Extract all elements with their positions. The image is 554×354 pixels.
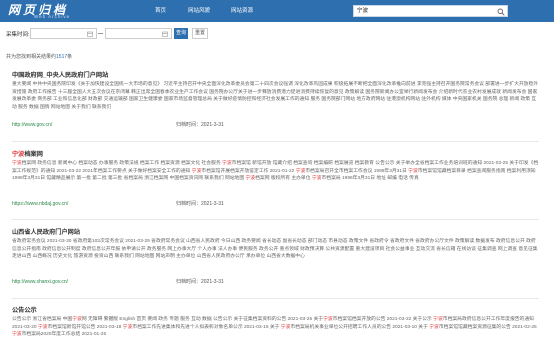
snippet-text: 公告公示 浙江省档案局 中国 — [12, 317, 73, 322]
result-item: 公告公示 公告公示 浙江省档案局 中国宁波网 无障碍 繁體版 English 首… — [12, 306, 539, 354]
reset-button[interactable]: 重置 — [192, 28, 208, 39]
snippet-text: 市档案工作先进集体和先进个人拟表彰对象名单公示 2021-03-15 关于 — [132, 324, 281, 330]
query-button[interactable]: 查询 — [174, 28, 188, 39]
result-title[interactable]: 中国政府网_中央人民政府门户网站 — [12, 71, 539, 80]
snippet-text: 市档案馆开展档案开放鉴定工作 2021-01-22 — [201, 168, 296, 174]
snippet-highlight: 宁波 — [72, 317, 82, 322]
date-to-input[interactable] — [105, 28, 172, 39]
result-item: 山西省人民政府门户网站 省政府常务会议 2021-03-30 省政府第103次常… — [12, 228, 539, 287]
result-snippet: 公告公示 浙江省档案局 中国宁波网 无障碍 繁體版 English 首页 要闻 … — [12, 316, 539, 354]
snippet-text: 省政府常务会议 2021-03-30 省政府第103次常务会议 2021-03-… — [12, 239, 538, 260]
result-title[interactable]: 公告公示 — [12, 306, 539, 315]
snippet-text: 市档案局机关事业单位公开招聘工作人员的公告 2021-03-10 关于 — [290, 324, 430, 330]
result-archive-date: 归档时间：2021-3-31 — [176, 279, 224, 285]
result-item: 中国政府网_中央人民政府门户网站 重大要闻 中共中央国务院印发《关于加快建设全国… — [12, 71, 539, 130]
snippet-text: 市档案馆馆藏档案资源征集的公告 2021-02-25 — [438, 324, 537, 330]
collect-time-label: 采集时间: — [6, 32, 30, 38]
nav-site-views[interactable]: 网站风貌 — [188, 0, 210, 22]
result-archive-date: 归档时间：2021-3-31 — [176, 122, 224, 128]
result-count: 共为您找到相关结果约1517条 — [6, 53, 72, 60]
snippet-highlight: 宁波 — [429, 324, 439, 330]
snippet-text: 档案网 政务信息 新闻中心 档案动态 办事服务 政策法规 档案工作 档案资源 档… — [21, 161, 223, 166]
snippet-highlight: 宁波 — [245, 176, 256, 182]
result-snippet: 宁波档案网 政务信息 新闻中心 档案动态 办事服务 政策法规 档案工作 档案资源… — [12, 160, 539, 198]
calendar-icon — [87, 31, 93, 37]
result-divider — [12, 298, 539, 299]
result-divider — [12, 141, 539, 142]
snippet-text: 档案网 版权所有 主办单位 — [255, 176, 312, 182]
site-logo[interactable]: 网页归档 Web Archive — [8, 2, 108, 20]
snippet-text: 市档案馆新馆开馆公告 2021-03-18 — [47, 324, 123, 330]
result-count-suffix: 条 — [67, 54, 73, 60]
calendar-icon — [162, 31, 168, 37]
snippet-highlight: 宁波 — [295, 168, 306, 174]
snippet-highlight: 宁波 — [12, 161, 22, 166]
date-from-input[interactable] — [30, 28, 97, 39]
result-meta: https://www.nbdaj.gov.cn/ 归档时间：2021-3-31 — [12, 200, 539, 209]
snippet-text: 市档案馆档案开放的公告 2021-03-22 关于公示 — [332, 317, 434, 322]
snippet-highlight: 宁波 — [12, 332, 22, 338]
snippet-highlight: 宁波 — [408, 168, 418, 174]
result-item: 宁波档案网 宁波档案网 政务信息 新闻中心 档案动态 办事服务 政策法规 档案工… — [12, 150, 539, 209]
result-meta: http://www.gov.cn/ 归档时间：2021-3-31 — [12, 121, 539, 130]
nav-home[interactable]: 首页 — [155, 0, 166, 22]
result-title[interactable]: 山西省人民政府门户网站 — [12, 228, 539, 237]
result-snippet: 重大要闻 中共中央国务院印发《关于加快建设全国统一大市场的意见》 习近平主持召开… — [12, 81, 539, 119]
nav-site-resources[interactable]: 网站资源 — [231, 0, 253, 22]
result-meta: http://www.shanxi.gov.cn/ 归档时间：2021-3-31 — [12, 278, 539, 287]
snippet-text: 市档案局召开全市档案工作会议 1999年3月31日 — [305, 168, 409, 174]
result-count-prefix: 共为您找到相关结果约 — [6, 54, 57, 60]
snippet-text: 重大要闻 中共中央国务院印发《关于加快建设全国统一大市场的意见》 习近平主持召开… — [12, 82, 539, 110]
snippet-highlight: 宁波 — [433, 317, 443, 322]
date-range-separator — [98, 33, 103, 34]
logo-sub-text: Web Archive — [34, 14, 71, 19]
result-divider — [12, 219, 539, 220]
snippet-highlight: 宁波 — [280, 324, 291, 330]
snippet-highlight: 宁波 — [122, 324, 133, 330]
snippet-highlight: 宁波 — [323, 317, 333, 322]
result-count-number: 1517 — [56, 54, 68, 60]
search-icon — [497, 8, 505, 16]
top-search-input[interactable]: 宁波 — [353, 5, 495, 17]
snippet-text: 市档案局2020年度工作总结 2021-01-25 — [21, 332, 107, 338]
result-title[interactable]: 宁波档案网 — [12, 150, 539, 159]
result-url[interactable]: http://www.shanxi.gov.cn/ — [12, 278, 68, 287]
snippet-text: 网 无障碍 繁體版 English 首页 要闻 政务 专题 服务 互动 数据 公… — [81, 317, 324, 322]
result-url[interactable]: http://www.gov.cn/ — [12, 121, 52, 130]
top-search-button[interactable] — [494, 5, 508, 17]
snippet-highlight: 宁波 — [222, 161, 232, 166]
snippet-text: 市档案局 1996年3月31日 地址 邮编 电话 传真 — [321, 176, 419, 182]
result-url[interactable]: https://www.nbdaj.gov.cn/ — [12, 200, 68, 209]
snippet-highlight: 宁波 — [191, 168, 202, 174]
result-archive-date: 归档时间：2021-3-31 — [176, 201, 224, 207]
result-snippet: 省政府常务会议 2021-03-30 省政府第103次常务会议 2021-03-… — [12, 238, 539, 276]
top-navigation-bar: 网页归档 Web Archive 首页 网站风貌 网站资源 宁波 — [0, 0, 554, 22]
